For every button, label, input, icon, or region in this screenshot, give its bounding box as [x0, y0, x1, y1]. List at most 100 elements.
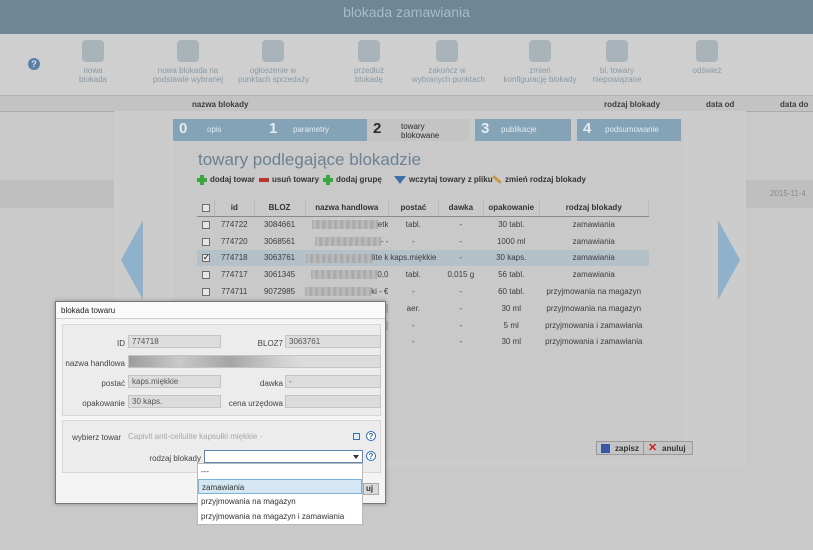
- row-date: 2015-11-4: [770, 189, 806, 198]
- col-postac[interactable]: postać: [388, 199, 439, 217]
- toolbar-button-7[interactable]: odśwież: [672, 40, 742, 75]
- dose-field: -: [285, 375, 381, 388]
- change-type-button[interactable]: zmień rodzaj blokady: [492, 175, 586, 185]
- table-header-row: id BLOZ nazwa handlowa postać dawka opak…: [197, 199, 650, 217]
- step-podsumowanie[interactable]: 4 podsumowanie: [577, 119, 681, 141]
- wizard-steps: 0 opis 1 parametry 2 towary blokowane 3 …: [173, 119, 681, 141]
- cell-checkbox[interactable]: [197, 266, 215, 283]
- col-nazwa-handlowa[interactable]: nazwa handlowa: [305, 199, 389, 217]
- save-button[interactable]: zapisz: [596, 441, 647, 455]
- select-product-icon[interactable]: [353, 433, 360, 440]
- cell-postac: -: [412, 236, 415, 246]
- toolbar-button-2[interactable]: ogłoszenie w punktach sprzedaży: [238, 40, 310, 84]
- dropdown-option[interactable]: przyjmowania na magazyn: [198, 494, 362, 509]
- row-checkbox[interactable]: [201, 287, 210, 296]
- col-data-od[interactable]: data od: [706, 100, 734, 109]
- bloz-label: BLOZ7: [257, 339, 283, 348]
- dropdown-option[interactable]: zamawiania: [198, 479, 362, 494]
- toolbar-button-label: ogłoszenie w punktach sprzedaży: [238, 66, 310, 84]
- cell-postac: tabl.: [405, 270, 421, 280]
- table-row[interactable]: 774711 9072985 ki - € - - 60 tabl. przyjmowani…: [197, 283, 649, 300]
- cell-name: etk: [305, 216, 388, 233]
- cell-name: ki - €: [305, 283, 388, 300]
- chevron-down-icon: [394, 175, 406, 184]
- table-row[interactable]: 7747183063761 lite kkaps.miękkie-30 kaps.…: [197, 249, 649, 267]
- step-publikacje[interactable]: 3 publikacje: [475, 119, 571, 141]
- table-row[interactable]: 774720 3068561 - - - - 1000 ml zamawiania: [197, 233, 649, 250]
- col-opakowanie[interactable]: opakowanie: [483, 199, 540, 217]
- next-step-arrow-icon[interactable]: [718, 220, 740, 300]
- step-towary-blokowane[interactable]: 2 towary blokowane: [367, 119, 469, 141]
- refresh-icon: [696, 40, 718, 62]
- toolbar-button-0[interactable]: nowa blokada: [58, 40, 128, 84]
- cell-opak: 60 tabl.: [498, 287, 525, 297]
- add-product-button[interactable]: dodaj towar: [197, 175, 255, 185]
- col-dawka[interactable]: dawka: [438, 199, 484, 217]
- add-group-button[interactable]: dodaj grupę: [323, 175, 382, 185]
- col-id[interactable]: id: [214, 199, 255, 217]
- select-all-checkbox[interactable]: [197, 199, 216, 217]
- dropdown-option[interactable]: ---: [198, 464, 362, 479]
- remove-products-button[interactable]: usuń towary: [259, 175, 319, 184]
- help-icon[interactable]: ?: [366, 431, 376, 441]
- prev-step-arrow-icon[interactable]: [121, 220, 143, 300]
- cell-postac: -: [412, 337, 415, 347]
- toolbar-button-1[interactable]: nowa blokada na podstawie wybranej: [142, 40, 234, 84]
- price-label: cena urzędowa: [228, 399, 283, 408]
- cell-rodzaj: zamawiania: [572, 236, 615, 246]
- help-icon[interactable]: ?: [28, 58, 40, 70]
- price-field: [285, 395, 381, 408]
- load-from-file-button[interactable]: wczytaj towary z pliku: [394, 175, 493, 184]
- row-checkbox[interactable]: [201, 252, 210, 263]
- step-number: 4: [583, 120, 592, 137]
- app-title: blokada zamawiania: [0, 0, 813, 34]
- col-rodzaj-blokady[interactable]: rodzaj blokady: [604, 100, 660, 109]
- row-checkbox[interactable]: [201, 271, 210, 280]
- cell-bloz: 9072985: [263, 287, 296, 297]
- unlinked-icon: [606, 40, 628, 62]
- col-nazwa-blokady[interactable]: nazwa blokady: [192, 100, 248, 109]
- row-checkbox[interactable]: [201, 221, 210, 230]
- blocks-table-header: nazwa blokady rodzaj blokady data od dat…: [0, 96, 813, 112]
- toolbar-button-4[interactable]: zakończ w wybranych punktach: [412, 40, 485, 84]
- cell-opak: 5 ml: [503, 320, 519, 330]
- name-tail: - -: [380, 236, 389, 246]
- dialog-cancel-button[interactable]: uj: [363, 483, 379, 495]
- plus-icon: [197, 175, 207, 185]
- cancel-button[interactable]: ✕ anuluj: [643, 441, 693, 455]
- cell-checkbox[interactable]: [197, 249, 215, 267]
- announce-icon: [262, 40, 284, 62]
- dropdown-option[interactable]: przyjmowania na magazyn i zamawiania: [198, 509, 362, 524]
- step-parametry[interactable]: 1 parametry: [263, 119, 367, 141]
- cell-checkbox[interactable]: [197, 216, 215, 233]
- cell-rodzaj: przyjmowania na magazyn: [546, 303, 642, 313]
- step-label: publikacje: [501, 125, 537, 134]
- cell-bloz: 3063761: [254, 249, 306, 267]
- help-icon[interactable]: ?: [366, 451, 376, 461]
- name-field: [128, 355, 381, 368]
- table-row[interactable]: 774717 3061345 0,0 tabl. 0,015 g 56 tabl. zama…: [197, 266, 649, 283]
- col-data-do[interactable]: data do: [780, 100, 808, 109]
- cell-postac: kaps.miękkie: [388, 249, 439, 267]
- choose-product-input[interactable]: Capivit anti-cellulite kapsułki miękkie …: [124, 430, 364, 443]
- name-tail: lite k: [371, 253, 389, 263]
- cell-id: 774722: [220, 220, 248, 230]
- choose-product-label: wybierz towar: [72, 433, 121, 442]
- col-rodzaj-blokady[interactable]: rodzaj blokady: [539, 199, 650, 217]
- row-checkbox[interactable]: [201, 237, 210, 246]
- chevron-down-icon: [353, 455, 359, 459]
- cell-rodzaj: zamawiania: [572, 270, 615, 280]
- toolbar-button-3[interactable]: przedłuż blokadę: [334, 40, 404, 84]
- table-row[interactable]: 774722 3084661 etk tabl. - 30 tabl. zamawiania: [197, 216, 649, 233]
- step-opis[interactable]: 0 opis: [173, 119, 265, 141]
- name-label: nazwa handlowa: [65, 359, 125, 368]
- cell-checkbox[interactable]: [197, 283, 215, 300]
- cell-checkbox[interactable]: [197, 233, 215, 250]
- dose-label: dawka: [259, 379, 283, 388]
- cell-dawka: 0,015 g: [447, 270, 475, 280]
- step-label: towary blokowane: [401, 122, 440, 140]
- col-bloz[interactable]: BLOZ: [254, 199, 306, 217]
- toolbar-button-5[interactable]: zmień konfigurację blokady: [494, 40, 586, 84]
- toolbar-button-6[interactable]: bl. towary niepowiązane: [582, 40, 652, 84]
- block-type-select[interactable]: [204, 450, 363, 463]
